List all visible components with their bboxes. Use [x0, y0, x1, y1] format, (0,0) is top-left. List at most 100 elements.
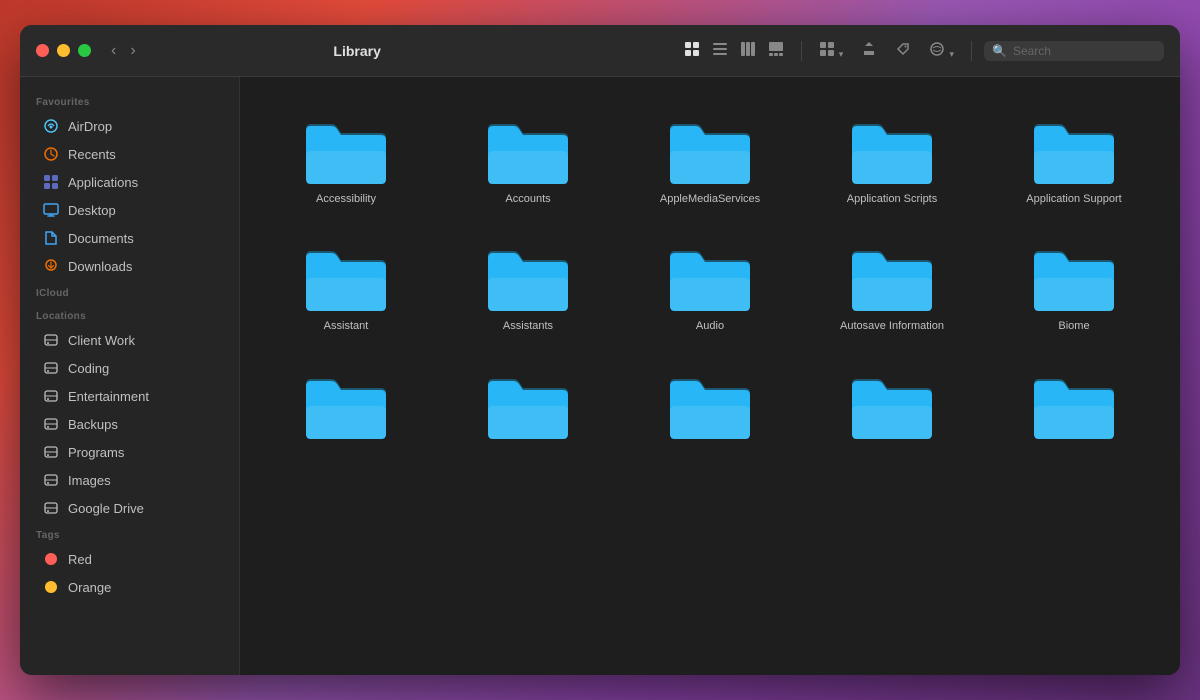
applications-icon	[42, 173, 60, 191]
coding-icon	[42, 359, 60, 377]
folder-accessibility[interactable]: Accessibility	[260, 97, 432, 214]
documents-label: Documents	[68, 231, 134, 246]
gallery-view-btn[interactable]	[763, 38, 789, 64]
airdrop-icon	[42, 117, 60, 135]
divider-1	[801, 41, 802, 61]
body: Favourites AirDrop	[20, 77, 1180, 675]
folder-assistant[interactable]: Assistant	[260, 224, 432, 341]
icloud-label: iCloud	[20, 280, 239, 303]
folders-grid: Accessibility Accounts	[260, 97, 1160, 455]
sidebar-item-tag-red[interactable]: Red	[26, 545, 233, 573]
airdrop-label: AirDrop	[68, 119, 112, 134]
desktop-icon	[42, 201, 60, 219]
folder-autosave[interactable]: Autosave Information	[806, 224, 978, 341]
folder-assistants-label: Assistants	[503, 319, 553, 333]
folder-app-scripts-icon	[847, 109, 937, 184]
search-icon: 🔍	[992, 44, 1007, 58]
icon-view-btn[interactable]	[679, 38, 705, 64]
sidebar-item-documents[interactable]: Documents	[26, 224, 233, 252]
folder-autosave-icon	[847, 236, 937, 311]
folder-15[interactable]	[988, 352, 1160, 455]
search-input[interactable]	[1013, 44, 1153, 58]
sidebar-item-tag-orange[interactable]: Orange	[26, 573, 233, 601]
folder-11[interactable]	[260, 352, 432, 455]
group-button[interactable]: ▾	[814, 38, 849, 64]
entertainment-label: Entertainment	[68, 389, 149, 404]
sidebar-item-recents[interactable]: Recents	[26, 140, 233, 168]
folder-biome[interactable]: Biome	[988, 224, 1160, 341]
column-view-btn[interactable]	[735, 38, 761, 64]
folder-audio[interactable]: Audio	[624, 224, 796, 341]
locations-label: Locations	[20, 303, 239, 326]
toolbar-right: ▾ ▾ 🔍	[679, 38, 1164, 64]
folder-14[interactable]	[806, 352, 978, 455]
folder-11-icon	[301, 364, 391, 439]
sidebar-item-google-drive[interactable]: Google Drive	[26, 494, 233, 522]
folder-audio-label: Audio	[696, 319, 724, 333]
programs-label: Programs	[68, 445, 124, 460]
folder-apple-media-label: AppleMediaServices	[660, 192, 760, 206]
folder-15-icon	[1029, 364, 1119, 439]
more-button[interactable]: ▾	[924, 38, 959, 64]
main-content: Accessibility Accounts	[240, 77, 1180, 675]
sidebar-item-desktop[interactable]: Desktop	[26, 196, 233, 224]
folder-app-scripts-label: Application Scripts	[847, 192, 938, 206]
sidebar-item-entertainment[interactable]: Entertainment	[26, 382, 233, 410]
tag-orange-icon	[42, 578, 60, 596]
share-button[interactable]	[856, 38, 882, 64]
sidebar-item-downloads[interactable]: Downloads	[26, 252, 233, 280]
applications-label: Applications	[68, 175, 138, 190]
entertainment-icon	[42, 387, 60, 405]
sidebar: Favourites AirDrop	[20, 77, 240, 675]
sidebar-item-programs[interactable]: Programs	[26, 438, 233, 466]
coding-label: Coding	[68, 361, 109, 376]
folder-assistants[interactable]: Assistants	[442, 224, 614, 341]
folder-biome-label: Biome	[1058, 319, 1089, 333]
view-buttons	[679, 38, 789, 64]
folder-app-support-label: Application Support	[1026, 192, 1121, 206]
sidebar-item-client-work[interactable]: Client Work	[26, 326, 233, 354]
folder-14-icon	[847, 364, 937, 439]
window-title: Library	[36, 43, 679, 59]
folder-accessibility-label: Accessibility	[316, 192, 376, 206]
folder-accounts-label: Accounts	[505, 192, 550, 206]
finder-window: ‹ › Library	[20, 25, 1180, 675]
tags-label: Tags	[20, 522, 239, 545]
google-drive-icon	[42, 499, 60, 517]
folder-app-support[interactable]: Application Support	[988, 97, 1160, 214]
list-view-btn[interactable]	[707, 38, 733, 64]
folder-13-icon	[665, 364, 755, 439]
titlebar: ‹ › Library	[20, 25, 1180, 77]
folder-app-support-icon	[1029, 109, 1119, 184]
tag-orange-label: Orange	[68, 580, 111, 595]
sidebar-item-backups[interactable]: Backups	[26, 410, 233, 438]
folder-app-scripts[interactable]: Application Scripts	[806, 97, 978, 214]
documents-icon	[42, 229, 60, 247]
downloads-label: Downloads	[68, 259, 132, 274]
recents-label: Recents	[68, 147, 116, 162]
tag-red-label: Red	[68, 552, 92, 567]
folder-13[interactable]	[624, 352, 796, 455]
sidebar-item-airdrop[interactable]: AirDrop	[26, 112, 233, 140]
divider-2	[971, 41, 972, 61]
folder-accounts[interactable]: Accounts	[442, 97, 614, 214]
backups-icon	[42, 415, 60, 433]
sidebar-item-applications[interactable]: Applications	[26, 168, 233, 196]
folder-accounts-icon	[483, 109, 573, 184]
sidebar-item-coding[interactable]: Coding	[26, 354, 233, 382]
folder-accessibility-icon	[301, 109, 391, 184]
sidebar-item-images[interactable]: Images	[26, 466, 233, 494]
downloads-icon	[42, 257, 60, 275]
images-icon	[42, 471, 60, 489]
tag-red-icon	[42, 550, 60, 568]
folder-12[interactable]	[442, 352, 614, 455]
folder-apple-media[interactable]: AppleMediaServices	[624, 97, 796, 214]
tag-button[interactable]	[890, 38, 916, 64]
folder-apple-media-icon	[665, 109, 755, 184]
search-bar: 🔍	[984, 41, 1164, 61]
folder-assistant-icon	[301, 236, 391, 311]
folder-biome-icon	[1029, 236, 1119, 311]
images-label: Images	[68, 473, 111, 488]
programs-icon	[42, 443, 60, 461]
client-work-label: Client Work	[68, 333, 135, 348]
